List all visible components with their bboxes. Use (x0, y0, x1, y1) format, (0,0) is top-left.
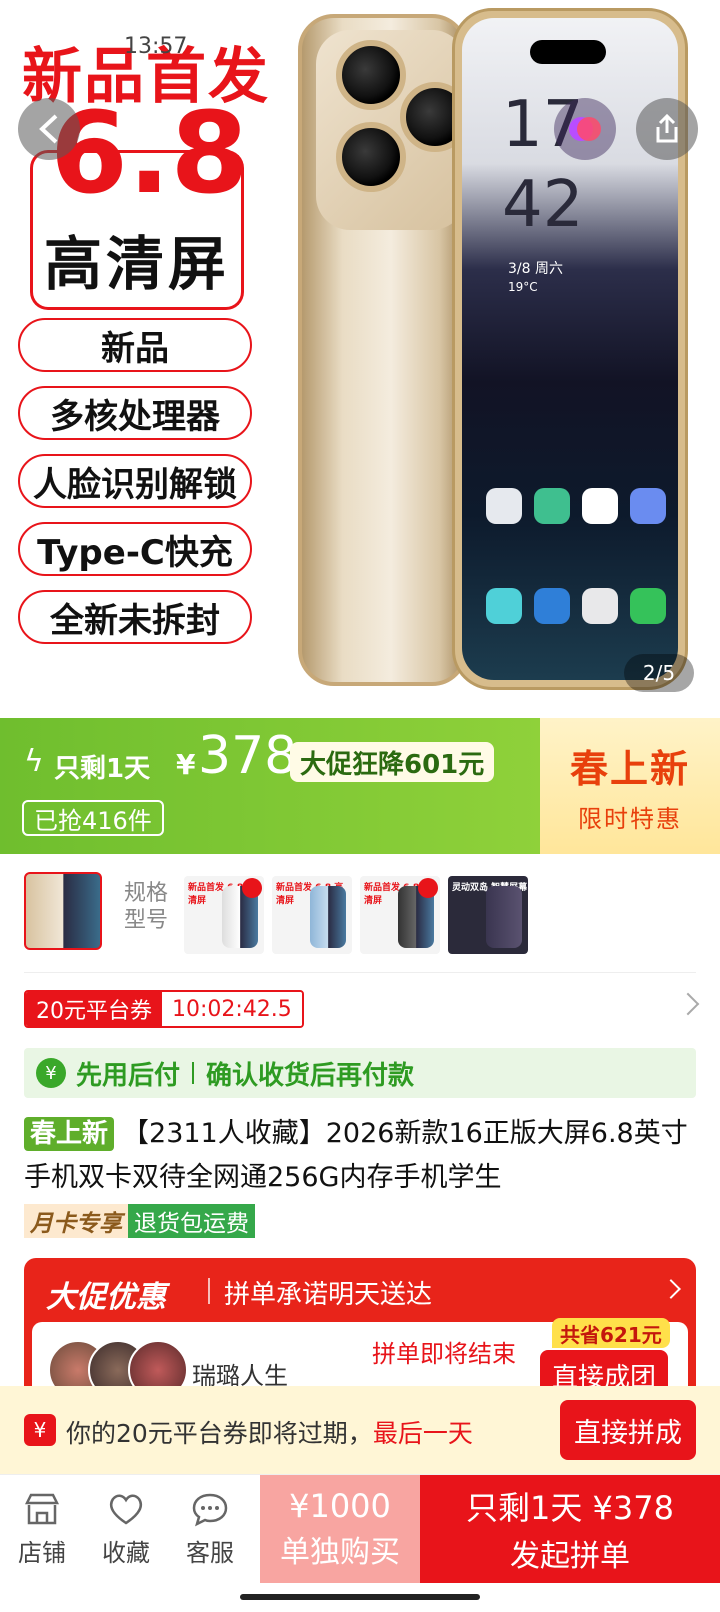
spring-new-title: 春上新 (569, 747, 690, 791)
customer-service-button[interactable]: 客服 (170, 1487, 250, 1573)
app-icon (582, 488, 618, 524)
dynamic-island (530, 40, 606, 64)
coupon-label: 20元平台券 (26, 992, 162, 1026)
back-button[interactable] (18, 98, 80, 160)
screen-date: 3/8 周六 (508, 261, 563, 277)
store-icon (24, 1493, 60, 1525)
product-title: 春上新 【2311人收藏】2026新款16正版大屏6.8英寸手机双卡双待全网通25… (24, 1112, 700, 1200)
savings-badge: 共省621元 (552, 1318, 670, 1348)
spec-thumb[interactable]: 新品首发 6.8 高清屏 (360, 876, 440, 954)
spec-thumb-selected[interactable] (24, 872, 102, 950)
price-value: 378 (198, 726, 298, 786)
promo-tag: 大促狂降601元 (290, 742, 495, 782)
platform-coupon[interactable]: 20元平台券 10:02:42.5 (24, 990, 304, 1028)
ai-assistant-button[interactable] (554, 98, 616, 160)
app-icon (630, 588, 666, 624)
phone-thumb-image (486, 886, 522, 948)
spring-new-subtitle: 限时特惠 (578, 805, 682, 833)
spec-thumb[interactable]: 新品首发 6.8 高清屏 (184, 876, 264, 954)
feature-pill: 新品 (18, 318, 252, 372)
sold-count: 已抢416件 (22, 800, 164, 836)
screen-label-box: 高清屏 (30, 210, 244, 310)
spec-selector[interactable]: 规格型号 新品首发 6.8 高清屏 新品首发 6.8 高清屏 新品首发 6.8 … (0, 866, 720, 966)
pay-later-desc: 确认收货后再付款 (206, 1060, 415, 1091)
chevron-right-icon[interactable] (661, 1279, 681, 1299)
start-group-buy-button[interactable]: 只剩1天 ¥378 发起拼单 (420, 1475, 720, 1583)
store-label: 店铺 (18, 1539, 66, 1567)
favorite-button[interactable]: 收藏 (86, 1487, 166, 1573)
screen-time-minute: 42 (502, 168, 584, 242)
alone-price: ¥1000 (289, 1487, 391, 1525)
price-banner: ϟ 只剩1天 ¥ 378 大促狂降601元 已抢416件 春上新 限时特惠 (0, 718, 720, 854)
screen-label: 高清屏 (43, 229, 230, 298)
app-icon (486, 488, 522, 524)
monthly-card-tag: 月卡专享 (24, 1204, 128, 1238)
feature-pill: 人脸识别解锁 (18, 454, 252, 508)
separator (192, 1062, 195, 1084)
service-label: 客服 (186, 1539, 234, 1567)
promo-card-subtitle: 拼单承诺明天送达 (224, 1280, 433, 1310)
favorite-label: 收藏 (102, 1539, 150, 1567)
chat-icon (192, 1493, 228, 1527)
spec-thumb[interactable]: 灵动双岛 智慧屏幕 (448, 876, 528, 954)
hot-badge-icon (418, 878, 438, 898)
spec-label: 规格型号 (124, 881, 169, 933)
coupon-expire-bar: ¥ 你的20元平台券即将过期，最后一天 直接拼成 (0, 1386, 720, 1474)
app-icon (534, 588, 570, 624)
product-title-text: 【2311人收藏】2026新款16正版大屏6.8英寸手机双卡双待全网通256G内… (24, 1118, 688, 1193)
coupon-icon: ¥ (24, 1414, 56, 1446)
pay-later-icon: ¥ (36, 1058, 66, 1088)
camera-lens (336, 40, 406, 110)
screen-weather: 19°C (508, 280, 538, 294)
phone-thumb-image (310, 886, 346, 948)
camera-lens (336, 122, 406, 192)
price-left-panel: ϟ 只剩1天 ¥ 378 大促狂降601元 已抢416件 (0, 718, 540, 854)
heart-icon (109, 1494, 143, 1525)
store-button[interactable]: 店铺 (2, 1487, 82, 1573)
chevron-right-icon[interactable] (676, 992, 700, 1016)
app-icon (582, 588, 618, 624)
group-label: 发起拼单 (510, 1539, 630, 1574)
hot-badge-icon (242, 878, 262, 898)
status-time: 13:57 (124, 34, 188, 59)
coupon-countdown: 10:02:42.5 (162, 992, 302, 1026)
product-image-carousel[interactable]: 新品首发 13:57 6.8 高清屏 新品 多核处理器 人脸识别解锁 Type-… (0, 0, 720, 718)
share-button[interactable] (636, 98, 698, 160)
chevron-left-icon (39, 114, 58, 144)
title-badge: 春上新 (24, 1117, 115, 1151)
expire-deadline: 最后一天 (372, 1419, 473, 1448)
ai-orb-icon (569, 117, 601, 141)
remaining-time: 只剩1天 (54, 754, 151, 784)
currency-symbol: ¥ (176, 748, 196, 781)
group-ending-text: 拼单即将结束 (372, 1340, 516, 1368)
promo-card-title: 大促优惠 (46, 1280, 166, 1315)
alone-label: 单独购买 (280, 1535, 400, 1570)
image-counter: 2/5 (624, 654, 694, 692)
group-price: 只剩1天 ¥378 (466, 1489, 674, 1527)
lightning-icon: ϟ (24, 744, 44, 779)
share-icon (656, 113, 678, 143)
home-indicator[interactable] (240, 1594, 480, 1600)
app-icon (486, 588, 522, 624)
direct-group-button[interactable]: 直接拼成 (560, 1400, 696, 1460)
separator (208, 1278, 210, 1304)
pay-later-title: 先用后付 (76, 1060, 181, 1091)
divider (24, 972, 696, 973)
app-icon (630, 488, 666, 524)
app-icon (534, 488, 570, 524)
feature-pill: Type-C快充 (18, 522, 252, 576)
bottom-action-bar: 店铺 收藏 客服 ¥1000 单独购买 只剩1天 ¥378 发起拼单 (0, 1474, 720, 1583)
free-return-tag: 退货包运费 (128, 1204, 255, 1238)
pay-later-banner[interactable]: ¥ 先用后付 确认收货后再付款 (24, 1048, 696, 1098)
buy-alone-button[interactable]: ¥1000 单独购买 (260, 1475, 420, 1583)
feature-pill: 全新未拆封 (18, 590, 252, 644)
expire-text: 你的20元平台券即将过期，最后一天 (66, 1414, 473, 1450)
spec-thumb[interactable]: 新品首发 6.8 高清屏 (272, 876, 352, 954)
service-tags: 月卡专享 退货包运费 (24, 1204, 255, 1238)
spring-new-panel: 春上新 限时特惠 (540, 718, 720, 854)
expire-message: 你的20元平台券即将过期， (66, 1419, 373, 1448)
feature-pill: 多核处理器 (18, 386, 252, 440)
